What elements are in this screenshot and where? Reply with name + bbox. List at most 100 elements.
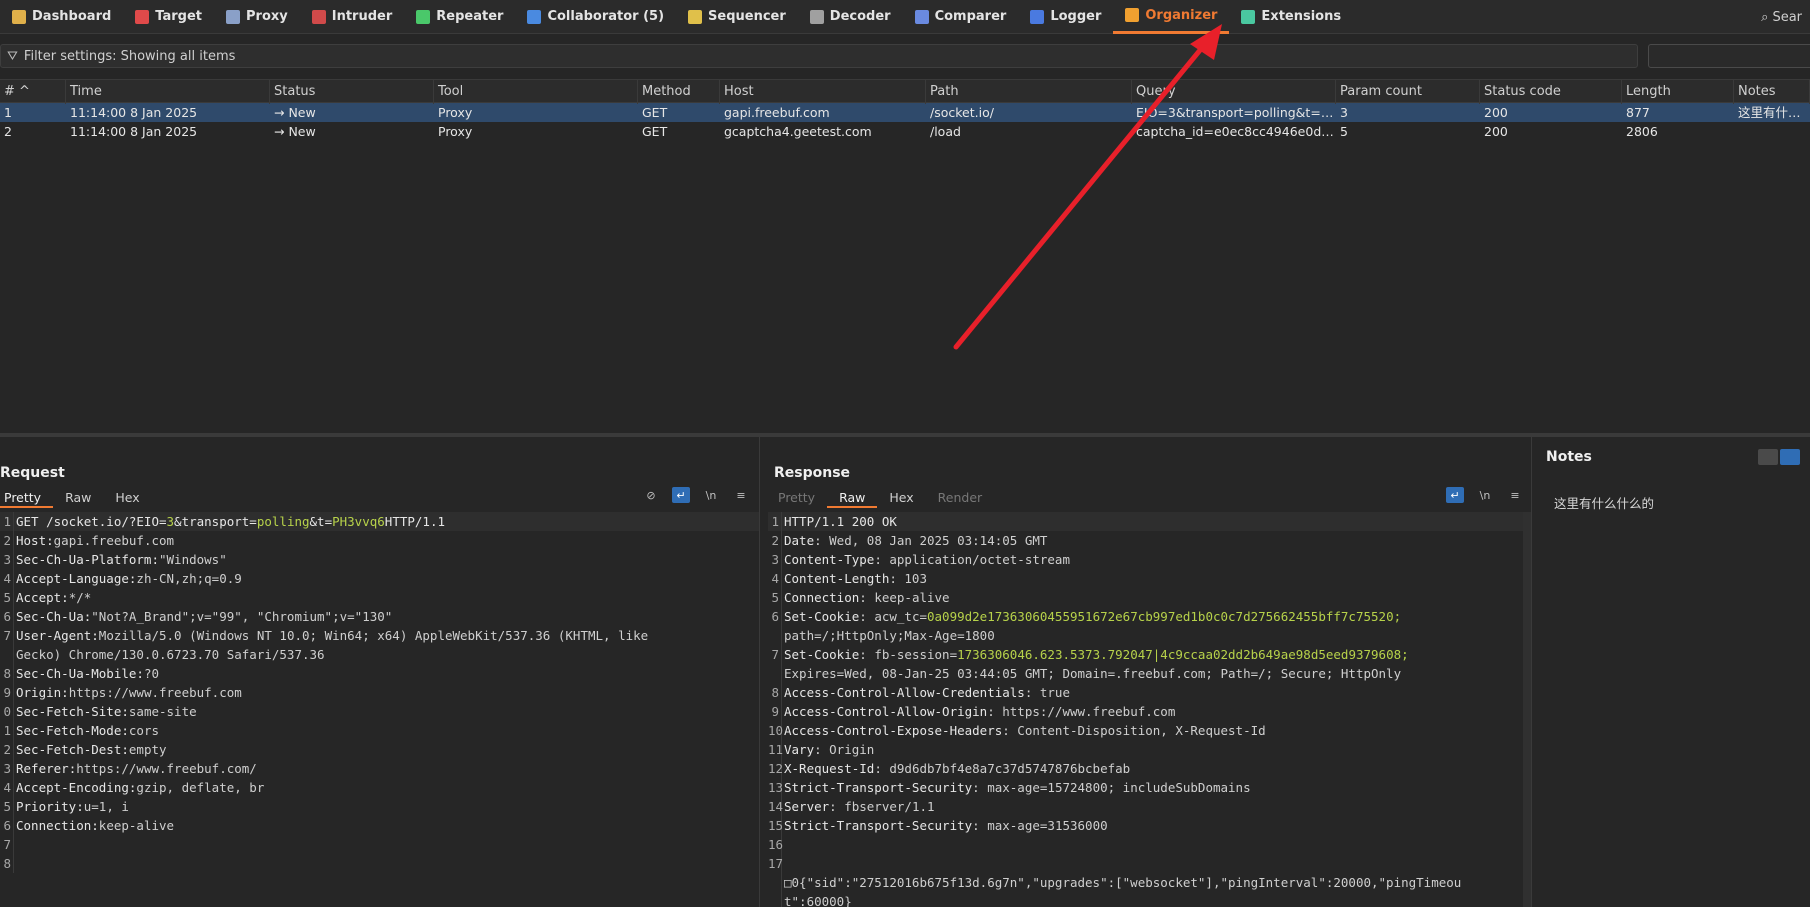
newline-toggle[interactable]: \n [1476, 487, 1494, 503]
column-header[interactable]: Param count [1336, 80, 1480, 104]
global-search[interactable]: ⌕ Sear [1753, 0, 1810, 34]
tab-decoder[interactable]: Decoder [798, 0, 903, 34]
line-number: 1 [768, 512, 782, 531]
tab-label: Repeater [436, 9, 504, 24]
column-header[interactable]: Status code [1480, 80, 1622, 104]
code-line: 6 Set-Cookie: acw_tc= 0a099d2e173630604559… [768, 607, 1531, 626]
tab-hex[interactable]: Hex [877, 488, 925, 508]
line-number: 3 [0, 550, 14, 569]
header-value: : Wed, 08 Jan 2025 03:14:05 GMT [814, 533, 1048, 548]
response-toolbar: ↵ \n ≡ [1446, 487, 1524, 503]
table-body: 1 11:14:00 8 Jan 2025 → New Proxy GET gapi.fr… [0, 103, 1810, 141]
response-view-tabs: Pretty Raw Hex Render [766, 488, 994, 508]
response-editor[interactable]: 1 HTTP/1.1 200 OK 2 Date: Wed, 08 Jan 2025 … [768, 512, 1531, 907]
filter-icon: ⛛ [7, 48, 18, 64]
tab-label: Logger [1050, 9, 1102, 24]
line-number: 6 [0, 816, 14, 835]
column-header[interactable]: Query [1132, 80, 1336, 104]
wrap-lines-icon[interactable]: ↵ [672, 487, 690, 503]
notes-text[interactable]: 这里有什么什么的 [1554, 493, 1654, 512]
line-number: 12 [768, 759, 784, 778]
newline-toggle[interactable]: \n [702, 487, 720, 503]
tab-sequencer[interactable]: Sequencer [676, 0, 798, 34]
header-name: Content-Length [784, 571, 890, 586]
code-line: 6 Sec-Ch-Ua: "Not?A_Brand";v="99", "Chrom… [0, 607, 759, 626]
header-value: : acw_tc= [859, 609, 927, 624]
header-value: □0{"sid":"27512016b675f13d.6g7n","upgrad… [784, 875, 1462, 890]
table-cell: GET [642, 105, 668, 120]
tab-label: Target [155, 9, 203, 24]
tab-raw[interactable]: Raw [827, 488, 878, 508]
line-number: 0 [0, 702, 14, 721]
tab-proxy[interactable]: Proxy [214, 0, 300, 34]
header-name: Server [784, 799, 830, 814]
code-line: 4 Content-Length: 103 [768, 569, 1531, 588]
filter-settings-bar[interactable]: ⛛ Filter settings: Showing all items [0, 44, 1638, 68]
request-editor[interactable]: 1 GET /socket.io/?EIO= 3 &transport= polling… [0, 512, 759, 873]
tab-render[interactable]: Render [926, 488, 995, 508]
header-colon: : [136, 666, 144, 681]
menu-icon[interactable]: ≡ [1506, 487, 1524, 503]
code-line: 17 [768, 854, 1531, 873]
header-name: Accept-Language [16, 571, 129, 586]
wrap-lines-icon[interactable]: ↵ [1446, 487, 1464, 503]
column-header[interactable]: Path [926, 80, 1132, 104]
table-cell: 877 [1626, 105, 1650, 120]
tab-repeater[interactable]: Repeater [404, 0, 515, 34]
header-name: Accept-Encoding [16, 780, 129, 795]
table-row[interactable]: 2 11:14:00 8 Jan 2025 → New Proxy GET gcaptch… [0, 122, 1810, 141]
tab-dashboard[interactable]: Dashboard [0, 0, 123, 34]
tab-comparer[interactable]: Comparer [903, 0, 1019, 34]
code-line: 8 Access-Control-Allow-Credentials: true [768, 683, 1531, 702]
line-number: 15 [768, 816, 784, 835]
column-header[interactable]: Length [1622, 80, 1734, 104]
tab-hex[interactable]: Hex [103, 488, 151, 508]
column-header[interactable]: Time [66, 80, 270, 104]
request-title: Request [0, 465, 65, 481]
menu-icon[interactable]: ≡ [732, 487, 750, 503]
tab-collaborator[interactable]: Collaborator (5) [515, 0, 676, 34]
table-cell: Proxy [438, 105, 473, 120]
tab-raw[interactable]: Raw [53, 488, 103, 508]
header-value: gapi.freebuf.com [53, 533, 175, 548]
code-line: 1 HTTP/1.1 200 OK [768, 512, 1531, 531]
line-number: 4 [0, 778, 14, 797]
tab-target[interactable]: Target [123, 0, 214, 34]
line-number: 2 [0, 531, 14, 550]
line-number: 7 [0, 835, 14, 854]
filter-text: Filter settings: Showing all items [23, 48, 236, 64]
tab-intruder[interactable]: Intruder [300, 0, 405, 34]
column-header[interactable]: Tool [434, 80, 638, 104]
collaborator-icon [527, 9, 542, 24]
tab-extensions[interactable]: Extensions [1229, 0, 1353, 34]
tab-pretty[interactable]: Pretty [0, 488, 54, 508]
line-number: 11 [768, 740, 784, 759]
column-header[interactable]: # ^ [0, 80, 66, 104]
burp-suite-window: Dashboard Target Proxy Intruder Repeater Coll… [0, 0, 1810, 907]
organizer-table: # ^ Time Status Tool Method Host Path Query Para… [0, 79, 1810, 141]
header-colon: : [128, 780, 137, 795]
header-value: : fbserver/1.1 [829, 799, 935, 814]
table-cell: 11:14:00 8 Jan 2025 [70, 124, 198, 139]
filter-search-input[interactable] [1648, 44, 1810, 68]
column-header[interactable]: Method [638, 80, 720, 104]
table-cell: 2 [4, 124, 12, 139]
column-header[interactable]: Status [270, 80, 434, 104]
header-name: Origin [16, 685, 62, 700]
header-value: https://www.freebuf.com/ [76, 761, 257, 776]
notes-collapse-button[interactable] [1758, 449, 1778, 465]
code-line: 15 Strict-Transport-Security: max-age=315… [768, 816, 1531, 835]
hide-eye-icon[interactable]: ⊘ [642, 487, 660, 503]
line-number: 2 [768, 531, 782, 550]
table-cell: 200 [1484, 124, 1508, 139]
column-header[interactable]: Notes [1734, 80, 1810, 104]
column-header[interactable]: Host [720, 80, 926, 104]
header-name: Set-Cookie [784, 647, 860, 662]
tab-logger[interactable]: Logger [1018, 0, 1113, 34]
tab-pretty[interactable]: Pretty [766, 488, 827, 508]
notes-expand-button[interactable] [1780, 449, 1800, 465]
table-row[interactable]: 1 11:14:00 8 Jan 2025 → New Proxy GET gapi.fr… [0, 103, 1810, 122]
header-colon: : [91, 628, 99, 643]
response-scrollbar[interactable] [1523, 512, 1531, 907]
tab-organizer[interactable]: Organizer [1113, 0, 1230, 34]
